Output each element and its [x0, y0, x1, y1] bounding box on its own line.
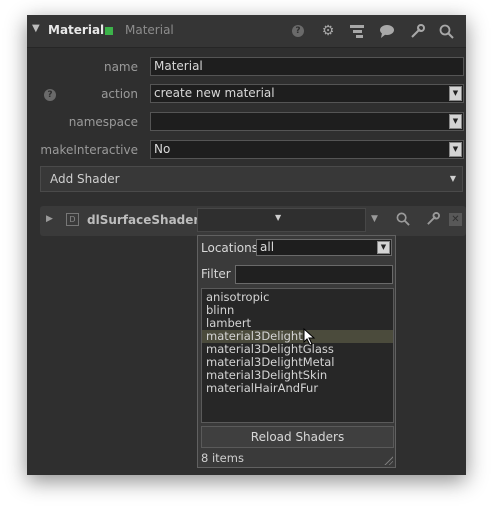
resize-grip-icon[interactable]	[383, 455, 393, 465]
wrench-icon[interactable]	[408, 22, 426, 40]
make-interactive-value: No	[154, 142, 171, 156]
shader-row: ▶ D dlSurfaceShader ▼ ▼ ✕	[40, 206, 466, 236]
item-count: 8 items	[201, 451, 244, 465]
namespace-label: namespace	[68, 115, 138, 129]
expand-arrow-icon[interactable]: ▶	[46, 214, 53, 224]
node-title: Material	[48, 23, 105, 37]
locations-label: Locations	[201, 241, 259, 255]
search-icon[interactable]	[437, 22, 455, 40]
chevron-down-icon[interactable]: ▼	[449, 86, 462, 101]
collapse-arrow-icon[interactable]: ▼	[32, 23, 40, 34]
add-shader-label: Add Shader	[50, 172, 120, 186]
chevron-down-icon: ▼	[275, 213, 282, 222]
locations-value: all	[260, 240, 275, 254]
make-interactive-select[interactable]: No ▼	[150, 140, 464, 159]
filter-label: Filter	[201, 267, 231, 281]
reload-shaders-button[interactable]: Reload Shaders	[201, 426, 394, 448]
chevron-down-icon[interactable]: ▼	[449, 142, 462, 157]
material-node-panel: ▼ Material Material ? ⚙ name Material ? …	[27, 15, 466, 475]
shader-picker-dropdown[interactable]: ▼	[197, 208, 366, 232]
help-icon[interactable]: ?	[289, 22, 307, 40]
chevron-down-icon: ▼	[449, 174, 456, 183]
chevron-down-icon[interactable]: ▼	[377, 241, 390, 254]
action-select[interactable]: create new material ▼	[150, 84, 464, 103]
chevron-down-icon[interactable]: ▼	[449, 114, 462, 129]
shader-list: anisotropic blinn lambert material3Delig…	[201, 288, 394, 423]
node-header: ▼ Material Material ? ⚙	[27, 15, 466, 48]
node-status-indicator	[105, 27, 113, 35]
wrench-icon[interactable]	[426, 212, 440, 229]
locations-select[interactable]: all ▼	[256, 239, 392, 256]
list-item[interactable]: materialHairAndFur	[202, 382, 393, 395]
hierarchy-icon[interactable]	[348, 22, 366, 40]
mouse-cursor-icon	[303, 328, 316, 346]
filter-input[interactable]	[235, 265, 393, 284]
add-shader-button[interactable]: Add Shader ▼	[40, 166, 463, 192]
action-value: create new material	[154, 86, 275, 100]
close-icon[interactable]: ✕	[449, 213, 462, 226]
shader-type-badge: D	[66, 213, 79, 226]
search-icon[interactable]	[396, 212, 410, 229]
name-label: name	[103, 60, 138, 74]
name-field[interactable]: Material	[150, 57, 464, 76]
node-type-label: Material	[125, 23, 174, 37]
namespace-select[interactable]: ▼	[150, 112, 464, 131]
comment-icon[interactable]	[378, 22, 396, 40]
shader-name-label: dlSurfaceShader	[87, 213, 200, 227]
action-label: action	[101, 87, 138, 101]
menu-arrow-icon[interactable]: ▼	[371, 214, 378, 224]
gear-icon[interactable]: ⚙	[319, 22, 337, 40]
make-interactive-label: makeInteractive	[40, 143, 138, 157]
shader-picker-popup: Locations all ▼ Filter anisotropic blinn…	[197, 235, 396, 468]
